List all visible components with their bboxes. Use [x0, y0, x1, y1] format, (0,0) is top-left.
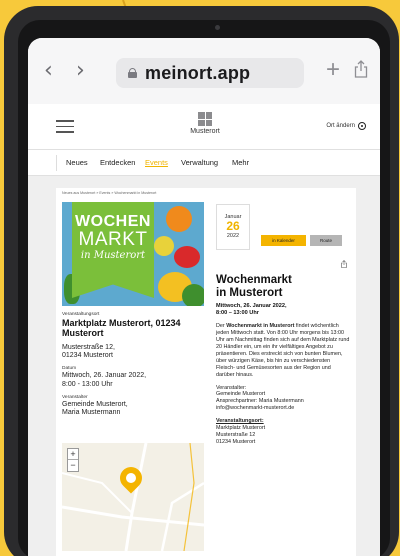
- chevron-right-icon[interactable]: ›: [76, 58, 85, 83]
- location-target-icon: [358, 122, 366, 130]
- banner-line-1: WOCHEN: [75, 213, 151, 230]
- menu-icon[interactable]: [56, 120, 74, 137]
- add-to-calendar-button[interactable]: in Kalender: [261, 235, 306, 246]
- date-year: 2022: [226, 232, 240, 239]
- venue-label: Veranstaltungsort: [62, 312, 100, 317]
- event-venue-title: Veranstaltungsort:: [216, 418, 264, 425]
- route-button[interactable]: Route: [310, 235, 342, 246]
- event-organizer-title: Veranstalter:: [216, 384, 247, 391]
- event-organizer: Veranstalter: Gemeinde Musterort Ansprec…: [216, 385, 350, 413]
- site-logo[interactable]: Musterort: [190, 112, 220, 135]
- venue-name: Marktplatz Musterort, 01234 Musterort: [62, 318, 181, 339]
- event-desc-rest: findet wöchentlich jeden Mittwoch statt.…: [216, 323, 350, 378]
- date-box: Januar 26 2022: [216, 204, 250, 250]
- organizer-value: Gemeinde Musterort, Maria Mustermann: [62, 401, 204, 419]
- venue-address: Musterstraße 12, 01234 Musterort: [62, 344, 204, 362]
- event-venue-line-2: Musterstraße 12: [216, 431, 256, 438]
- lemon-shape: [154, 236, 174, 256]
- camera-dot: [215, 25, 220, 30]
- main-menu: Neues Entdecken Events Verwaltung Mehr: [28, 150, 380, 176]
- event-hero-image: WOCHEN MARKT in Musterort: [62, 202, 204, 306]
- menu-item-verwaltung[interactable]: Verwaltung: [181, 158, 218, 167]
- menu-divider: [56, 155, 57, 171]
- banner-line-3: in Musterort: [80, 249, 146, 261]
- share-icon[interactable]: [354, 60, 368, 78]
- menu-item-entdecken[interactable]: Entdecken: [100, 158, 135, 167]
- logo-icon: [198, 112, 212, 126]
- change-location-button[interactable]: Ort ändern: [326, 122, 366, 130]
- date-day: 26: [226, 219, 240, 233]
- event-details: Wochenmarkt in Musterort Mittwoch, 26. J…: [216, 274, 350, 452]
- date-value: Mittwoch, 26. Januar 2022, 8:00 - 13:00 …: [62, 372, 204, 390]
- event-venue: Veranstaltungsort: Marktplatz Musterort …: [216, 418, 350, 446]
- event-info-column: Veranstaltungsort Marktplatz Musterort, …: [62, 312, 204, 423]
- event-title-line-2: in Musterort: [216, 286, 283, 299]
- url-text: meinort.app: [145, 62, 251, 83]
- event-date: Mittwoch, 26. Januar 2022, 8:00 – 13:00 …: [216, 303, 350, 317]
- date-value-line-1: Mittwoch, 26. Januar 2022,: [62, 372, 147, 380]
- organizer-line-1: Gemeinde Musterort,: [62, 400, 128, 408]
- venue-street: Musterstraße 12,: [62, 343, 115, 351]
- plus-icon[interactable]: +: [326, 58, 340, 82]
- event-title: Wochenmarkt in Musterort: [216, 274, 350, 299]
- tablet-frame: ‹ › meinort.app + Musterort Ort ändern N…: [4, 6, 399, 556]
- location-map[interactable]: + −: [62, 443, 204, 551]
- breadcrumb[interactable]: Neues aus Musterort » Events » Wochenmar…: [62, 191, 156, 195]
- screen: ‹ › meinort.app + Musterort Ort ändern N…: [28, 38, 380, 556]
- tablet-bezel: ‹ › meinort.app + Musterort Ort ändern N…: [18, 20, 390, 556]
- tomato-shape: [174, 246, 200, 268]
- logo-text: Musterort: [190, 128, 220, 135]
- event-description: Der Wochenmarkt in Musterort findet wöch…: [216, 323, 350, 378]
- event-organizer-email[interactable]: info@wochenmarkt-musterort.de: [216, 405, 350, 412]
- banner-line-2: MARKT: [78, 229, 148, 250]
- event-organizer-line-1: Gemeinde Musterort: [216, 391, 266, 398]
- change-location-label: Ort ändern: [326, 123, 355, 129]
- event-desc-bold: Wochenmarkt in Musterort: [226, 323, 295, 330]
- event-desc-prefix: Der: [216, 323, 227, 330]
- organizer-label: Veranstalter: [62, 394, 88, 400]
- lock-icon: [128, 68, 137, 78]
- site-header: Musterort Ort ändern: [28, 104, 380, 150]
- chevron-left-icon[interactable]: ‹: [44, 58, 53, 83]
- zoom-out-button[interactable]: −: [68, 460, 78, 471]
- organizer-line-2: Maria Mustermann: [62, 409, 121, 417]
- browser-toolbar: ‹ › meinort.app +: [28, 38, 380, 104]
- leaf-shape: [182, 284, 204, 306]
- event-card: Neues aus Musterort » Events » Wochenmar…: [56, 188, 356, 556]
- event-title-line-1: Wochenmarkt: [216, 274, 292, 286]
- menu-item-events[interactable]: Events: [145, 158, 168, 167]
- menu-item-neues[interactable]: Neues: [66, 158, 88, 167]
- date-label: Datum: [62, 366, 77, 372]
- banner-text: WOCHEN MARKT in Musterort: [74, 214, 152, 261]
- date-value-line-2: 8:00 - 13:00 Uhr: [62, 380, 113, 388]
- share-icon[interactable]: [341, 260, 347, 268]
- zoom-in-button[interactable]: +: [68, 449, 78, 460]
- menu-item-mehr[interactable]: Mehr: [232, 158, 249, 167]
- event-date-line-2: 8:00 – 13:00 Uhr: [216, 310, 259, 317]
- map-zoom-control: + −: [67, 448, 79, 472]
- event-date-line-1: Mittwoch, 26. Januar 2022,: [216, 303, 287, 310]
- event-venue-line-1: Marktplatz Musterort: [216, 425, 266, 432]
- address-bar[interactable]: meinort.app: [116, 58, 304, 88]
- venue-city: 01234 Musterort: [62, 352, 113, 360]
- event-organizer-line-2: Ansprechpartner: Maria Mustermann: [216, 398, 304, 405]
- orange-shape: [166, 206, 192, 232]
- map-roads: [62, 443, 204, 551]
- event-venue-line-3: 01234 Musterort: [216, 438, 256, 445]
